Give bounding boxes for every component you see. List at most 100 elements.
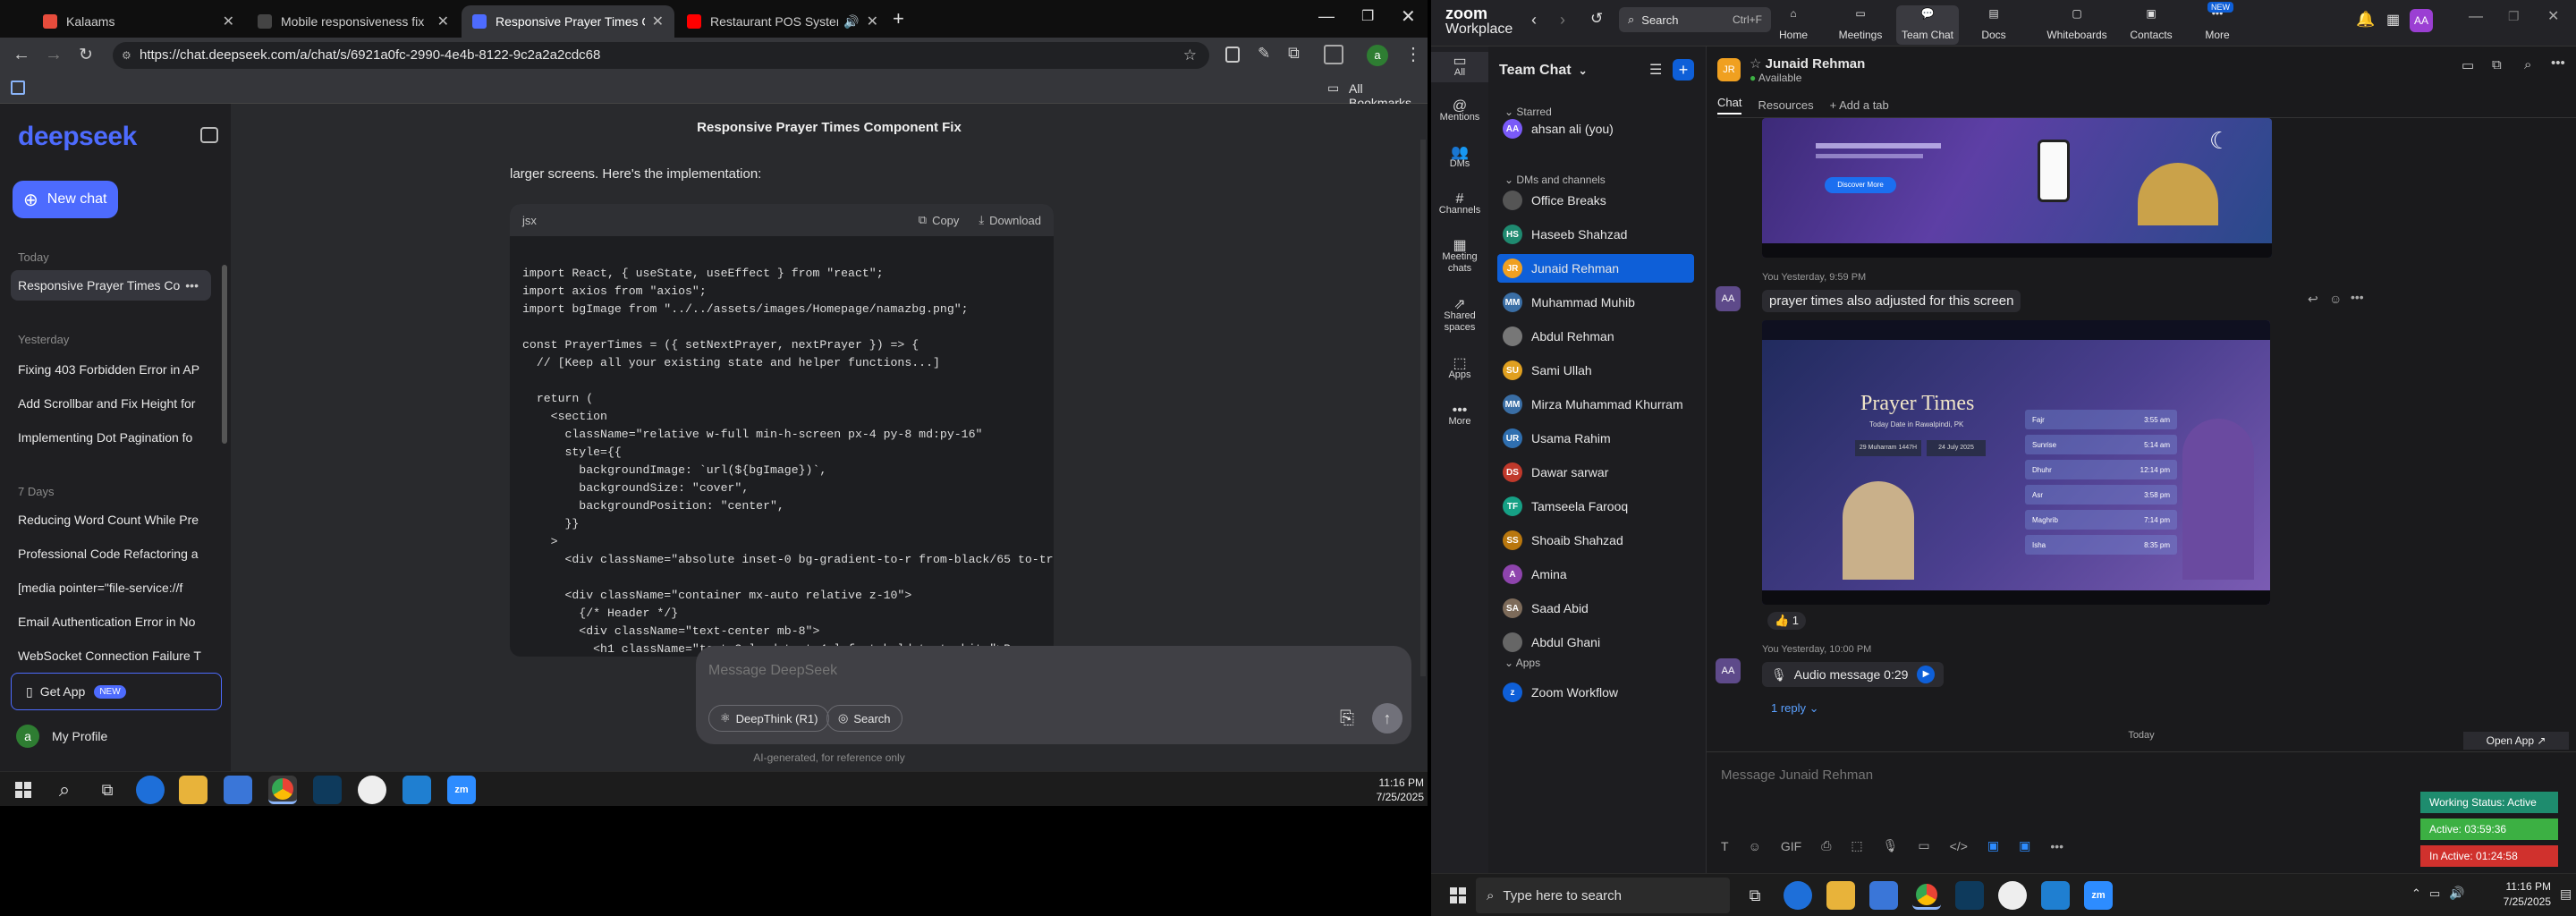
chat-history-item[interactable]: Fixing 403 Forbidden Error in AP	[11, 354, 211, 385]
app-icon[interactable]: ▣	[2019, 838, 2030, 853]
minimize-icon[interactable]: —	[1318, 7, 1335, 26]
browser-tab-restaurant-pos[interactable]: Restaurant POS System with 🔊 ✕	[676, 5, 889, 38]
bell-icon[interactable]: 🔔	[2356, 11, 2375, 29]
rail-more[interactable]: ••• More	[1431, 403, 1488, 428]
contact-item[interactable]: DS Dawar sarwar	[1497, 458, 1694, 487]
new-tab-button[interactable]: +	[893, 7, 904, 30]
github-icon[interactable]	[1998, 881, 2027, 910]
nav-contacts[interactable]: ▣ Contacts	[2120, 5, 2182, 45]
play-icon[interactable]: ▶	[1917, 666, 1936, 683]
chat-name[interactable]: ☆ Junaid Rehman	[1750, 55, 1865, 72]
nav-home[interactable]: ⌂ Home	[1762, 5, 1825, 45]
open-app-button[interactable]: Open App ↗	[2463, 732, 2569, 750]
tab-chat[interactable]: Chat	[1717, 96, 1742, 114]
apps-grid-icon[interactable]	[11, 81, 25, 95]
screenshot-icon[interactable]: ⬚	[1851, 838, 1862, 853]
contact-item[interactable]: SU Sami Ullah	[1497, 356, 1694, 385]
search-icon[interactable]: ⌕	[50, 776, 79, 804]
screen-share-icon[interactable]: ⧉	[2492, 57, 2502, 72]
message-input[interactable]	[1721, 761, 2401, 788]
search-icon[interactable]: ⌕	[2524, 57, 2531, 72]
emoji-icon[interactable]: ☺	[2329, 292, 2342, 306]
rail-apps[interactable]: ⬚ Apps	[1431, 357, 1488, 381]
video-clip-icon[interactable]: ▭	[1918, 838, 1929, 853]
close-icon[interactable]: ✕	[223, 13, 234, 30]
task-view-icon[interactable]: ⧉	[93, 776, 122, 804]
back-icon[interactable]: ←	[13, 45, 30, 65]
close-icon[interactable]: ✕	[867, 13, 878, 30]
chat-history-item[interactable]: [media pointer="file-service://f	[11, 572, 211, 603]
pen-icon[interactable]: ✎	[1258, 45, 1270, 63]
app-zoom-workflow[interactable]: z Zoom Workflow	[1497, 678, 1694, 707]
page-scrollbar[interactable]	[1420, 140, 1426, 676]
browser-tab-prayer-times[interactable]: Responsive Prayer Times Comp ✕	[462, 5, 674, 38]
store-icon[interactable]	[224, 776, 252, 804]
filter-icon[interactable]: ☰	[1649, 61, 1662, 79]
contact-item[interactable]: SS Shoaib Shahzad	[1497, 526, 1694, 555]
avatar[interactable]: AA	[2410, 9, 2433, 32]
video-call-icon[interactable]: ▭	[2462, 57, 2474, 73]
chevron-up-icon[interactable]: ⌃	[2411, 886, 2421, 901]
reload-icon[interactable]: ↻	[79, 45, 93, 65]
attach-icon[interactable]: ⎘	[1340, 708, 1354, 729]
edge-icon[interactable]	[136, 776, 165, 804]
calendar-icon[interactable]: ▦	[2386, 11, 2400, 29]
more-icon[interactable]: •••	[185, 270, 199, 301]
task-view-icon[interactable]: ⧉	[1741, 881, 1769, 910]
notification-icon[interactable]: ▤	[2560, 886, 2572, 902]
minimize-icon[interactable]: —	[2469, 9, 2483, 25]
more-icon[interactable]: •••	[2351, 290, 2364, 304]
section-dms-channels[interactable]: ⌄ DMs and channels	[1504, 174, 1606, 186]
vscode-icon[interactable]	[2041, 881, 2070, 910]
reply-icon[interactable]: ↩	[2308, 292, 2318, 307]
compose-button[interactable]: +	[1673, 59, 1694, 81]
network-icon[interactable]: ▭	[2429, 886, 2440, 901]
close-icon[interactable]: ✕	[437, 13, 449, 30]
chat-history-item[interactable]: Add Scrollbar and Fix Height for	[11, 388, 211, 419]
store-icon[interactable]	[1869, 881, 1898, 910]
tab-resources[interactable]: Resources	[1758, 98, 1813, 112]
app-icon[interactable]: ▣	[1987, 838, 1999, 853]
star-icon[interactable]: ☆	[1750, 56, 1761, 72]
copy-button[interactable]: Copy	[932, 214, 959, 227]
format-icon[interactable]: T	[1721, 839, 1729, 853]
contact-item[interactable]: AA ahsan ali (you)	[1497, 114, 1694, 143]
extensions-puzzle-icon[interactable]: ⧉	[1288, 44, 1300, 63]
contact-item[interactable]: MM Muhammad Muhib	[1497, 288, 1694, 317]
contact-item[interactable]: Abdul Rehman	[1497, 322, 1694, 351]
forward-icon[interactable]: ›	[1560, 11, 1565, 30]
rail-meeting-chats[interactable]: ▦ Meeting chats	[1431, 239, 1488, 275]
history-icon[interactable]: ↺	[1590, 10, 1603, 28]
list-title[interactable]: Team Chat ⌄	[1499, 63, 1588, 79]
contact-item[interactable]: HS Haseeb Shahzad	[1497, 220, 1694, 249]
close-window-icon[interactable]: ✕	[1401, 5, 1416, 28]
maximize-icon[interactable]: ❐	[2508, 9, 2520, 24]
close-icon[interactable]: ✕	[652, 13, 664, 30]
url-bar[interactable]: ⚙ https://chat.deepseek.com/a/chat/s/692…	[113, 42, 1209, 69]
image-attachment-prayer-times[interactable]: Prayer Times Today Date in Rawalpindi, P…	[1762, 320, 2270, 605]
collapse-sidebar-icon[interactable]	[200, 127, 218, 143]
contact-item[interactable]: Office Breaks	[1497, 186, 1694, 215]
edge-icon[interactable]	[1784, 881, 1812, 910]
volume-icon[interactable]: 🔊	[2449, 886, 2464, 901]
nav-whiteboards[interactable]: ▢ Whiteboards	[2041, 5, 2113, 45]
code-icon[interactable]: </>	[1950, 839, 1968, 853]
chat-history-item-active[interactable]: Responsive Prayer Times Co •••	[11, 270, 211, 301]
chat-history-item[interactable]: Professional Code Refactoring a	[11, 539, 211, 569]
message-input[interactable]	[708, 658, 1388, 683]
gif-icon[interactable]: GIF	[1781, 839, 1801, 853]
more-icon[interactable]: •••	[2050, 839, 2063, 853]
chat-history-item[interactable]: Implementing Dot Pagination fo	[11, 422, 211, 453]
contact-item[interactable]: Abdul Ghani	[1497, 628, 1694, 657]
browser-tab-mobile-fix[interactable]: Mobile responsiveness fix ✕	[247, 5, 460, 38]
chat-history-item[interactable]: Email Authentication Error in No	[11, 606, 211, 637]
section-apps[interactable]: ⌄ Apps	[1504, 657, 1540, 669]
zoom-icon[interactable]: zm	[2084, 881, 2113, 910]
nav-meetings[interactable]: ▭ Meetings	[1829, 5, 1892, 45]
kebab-menu-icon[interactable]: ⋮	[1404, 43, 1422, 65]
browser-tab-kalaams[interactable]: Kalaams ✕	[32, 5, 245, 38]
get-app-button[interactable]: ▯ Get App NEW	[11, 673, 222, 710]
rail-shared-spaces[interactable]: ⇗ Shared spaces	[1431, 298, 1488, 334]
windows-start-icon[interactable]	[9, 776, 38, 804]
profile-avatar[interactable]: a	[1367, 45, 1388, 66]
